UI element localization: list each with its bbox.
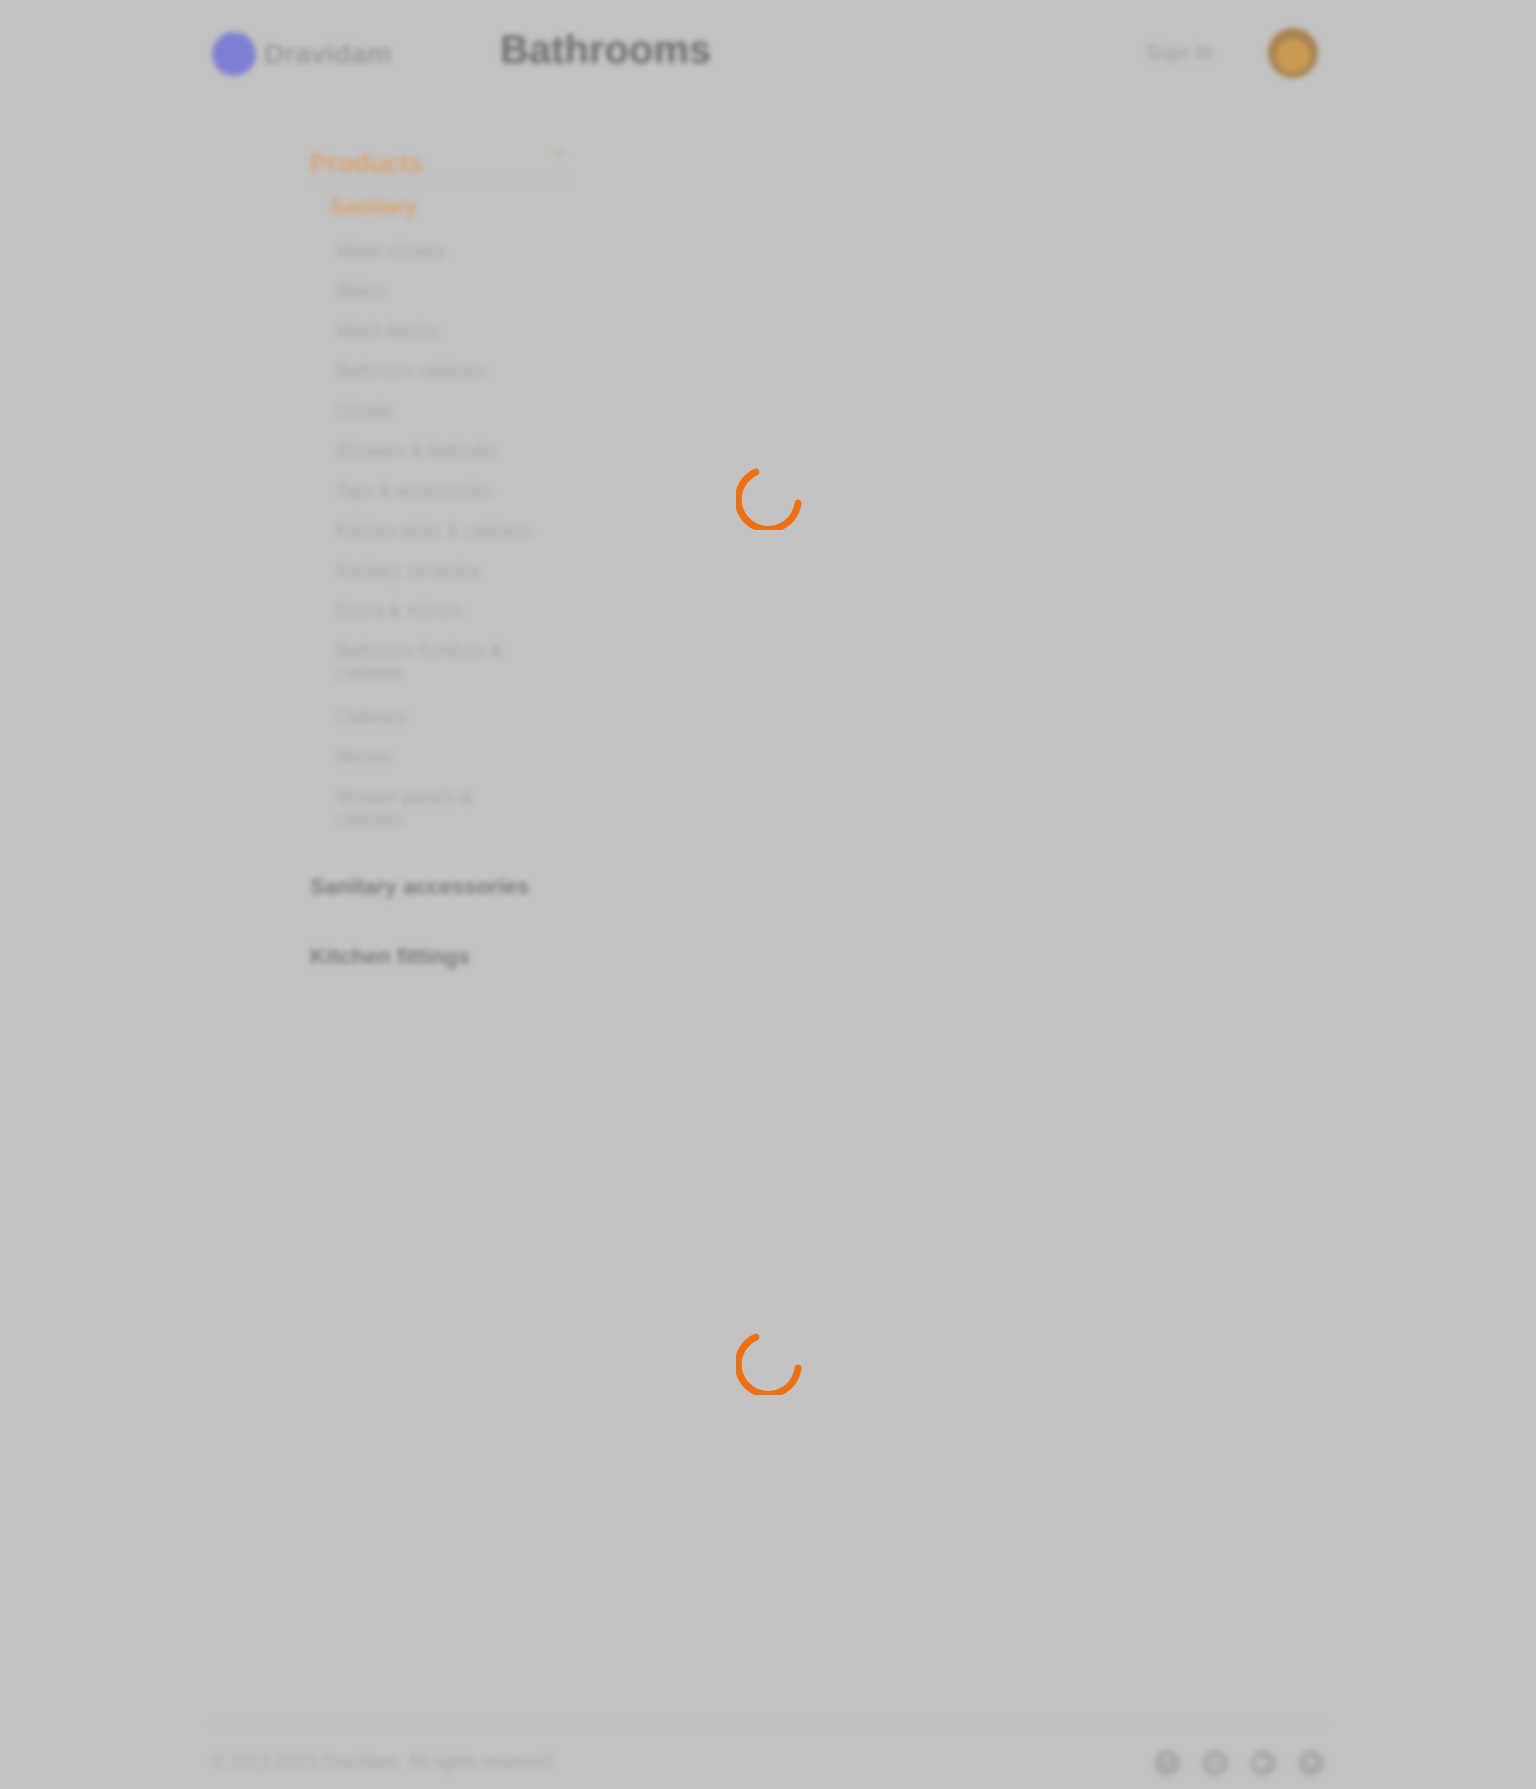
sub-item[interactable]: Wash basins: [336, 320, 606, 342]
sub-item[interactable]: Water closets: [336, 240, 606, 262]
telegram-icon[interactable]: ➤: [1298, 1750, 1324, 1776]
loading-spinner-icon: [736, 1333, 802, 1395]
sub-item[interactable]: Sanitary ceramics: [336, 560, 606, 582]
footer-copyright: © 2012-2023 Dravidam. All rights reserve…: [212, 1752, 557, 1772]
category-header-products[interactable]: Products ⌃: [310, 140, 568, 182]
sub-item[interactable]: Kitchen sinks & cabinets: [336, 520, 606, 542]
sub-item[interactable]: Bathroom furniture & cabinets: [336, 640, 516, 684]
category-kitchen-fittings[interactable]: Kitchen fittings: [310, 944, 470, 970]
sign-in-link[interactable]: Sign In: [1146, 42, 1213, 65]
sub-item[interactable]: Bidets: [336, 280, 606, 302]
user-avatar-icon[interactable]: [1268, 28, 1318, 78]
instagram-icon[interactable]: ◎: [1202, 1750, 1228, 1776]
sub-item[interactable]: Shower panels & cabinets: [336, 786, 506, 830]
sub-item[interactable]: Cabinets: [336, 706, 606, 728]
loading-spinner-icon: [736, 468, 802, 530]
sub-item[interactable]: Showers & bathtubs: [336, 440, 606, 462]
chevron-up-icon[interactable]: ⌃: [550, 148, 568, 170]
category-label: Products: [310, 148, 423, 178]
youtube-icon[interactable]: ▶: [1250, 1750, 1276, 1776]
sub-item[interactable]: Doors & mirrors: [336, 600, 606, 622]
sub-item[interactable]: Taps & accessories: [336, 480, 606, 502]
logo-icon[interactable]: [212, 32, 256, 76]
page-title: Bathrooms: [500, 28, 712, 72]
sub-item[interactable]: Mirrors: [336, 746, 606, 768]
header: Dravidam Bathrooms Sign In: [0, 0, 1536, 104]
sub-item[interactable]: Urinals: [336, 400, 606, 422]
facebook-icon[interactable]: f: [1154, 1750, 1180, 1776]
logo-text[interactable]: Dravidam: [264, 38, 392, 70]
sub-item-active[interactable]: Sanitary: [330, 196, 600, 218]
page: Dravidam Bathrooms Sign In Products ⌃ Sa…: [0, 0, 1536, 1789]
category-sanitary-accessories[interactable]: Sanitary accessories: [310, 874, 529, 900]
sub-item[interactable]: Bathroom cabinets: [336, 360, 606, 382]
footer-divider: [212, 1724, 1324, 1725]
